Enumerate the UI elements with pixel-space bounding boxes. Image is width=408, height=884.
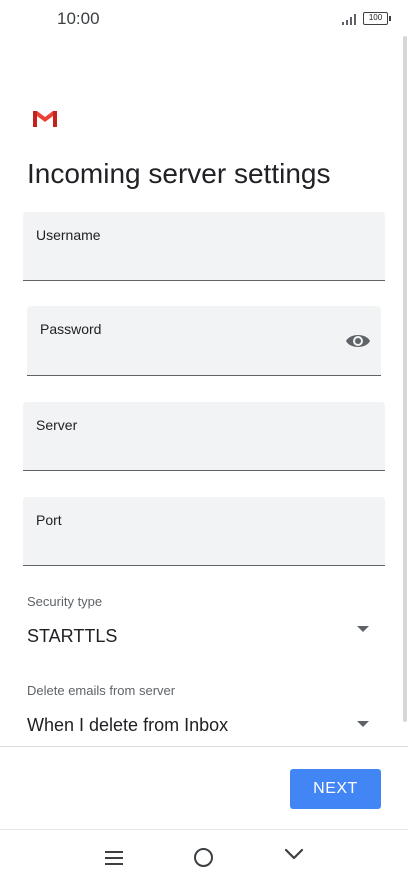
status-time: 10:00 xyxy=(57,9,100,28)
signal-icon xyxy=(342,13,358,25)
server-label: Server xyxy=(36,417,78,433)
delete-emails-label: Delete emails from server xyxy=(27,683,176,698)
scroll-indicator[interactable] xyxy=(403,36,407,722)
port-input[interactable] xyxy=(36,535,345,559)
navigation-bar xyxy=(0,830,408,884)
battery-icon: 100 xyxy=(363,12,391,25)
server-field[interactable]: Server xyxy=(23,402,385,471)
password-label: Password xyxy=(40,321,102,337)
battery-level: 100 xyxy=(368,13,383,22)
username-field[interactable]: Username xyxy=(23,212,385,281)
bottom-divider xyxy=(0,746,408,747)
menu-icon[interactable] xyxy=(105,851,123,865)
eye-icon[interactable] xyxy=(345,330,371,352)
username-label: Username xyxy=(36,227,101,243)
port-field[interactable]: Port xyxy=(23,497,385,566)
security-type-value[interactable]: STARTTLS xyxy=(27,626,117,647)
port-label: Port xyxy=(36,512,62,528)
back-chevron-icon[interactable] xyxy=(284,847,304,861)
security-type-label: Security type xyxy=(27,594,103,609)
username-input[interactable] xyxy=(36,250,345,274)
dropdown-arrow-icon[interactable] xyxy=(357,721,369,727)
server-input[interactable] xyxy=(36,440,345,464)
password-input[interactable] xyxy=(40,344,341,368)
page-title: Incoming server settings xyxy=(27,158,331,189)
delete-emails-value[interactable]: When I delete from Inbox xyxy=(27,715,228,736)
password-field[interactable]: Password xyxy=(27,306,381,376)
gmail-logo-icon xyxy=(33,111,57,127)
status-bar: 10:00 100 xyxy=(0,0,408,38)
dropdown-arrow-icon[interactable] xyxy=(357,626,369,632)
next-button[interactable]: NEXT xyxy=(290,769,381,809)
home-icon[interactable] xyxy=(194,848,213,867)
